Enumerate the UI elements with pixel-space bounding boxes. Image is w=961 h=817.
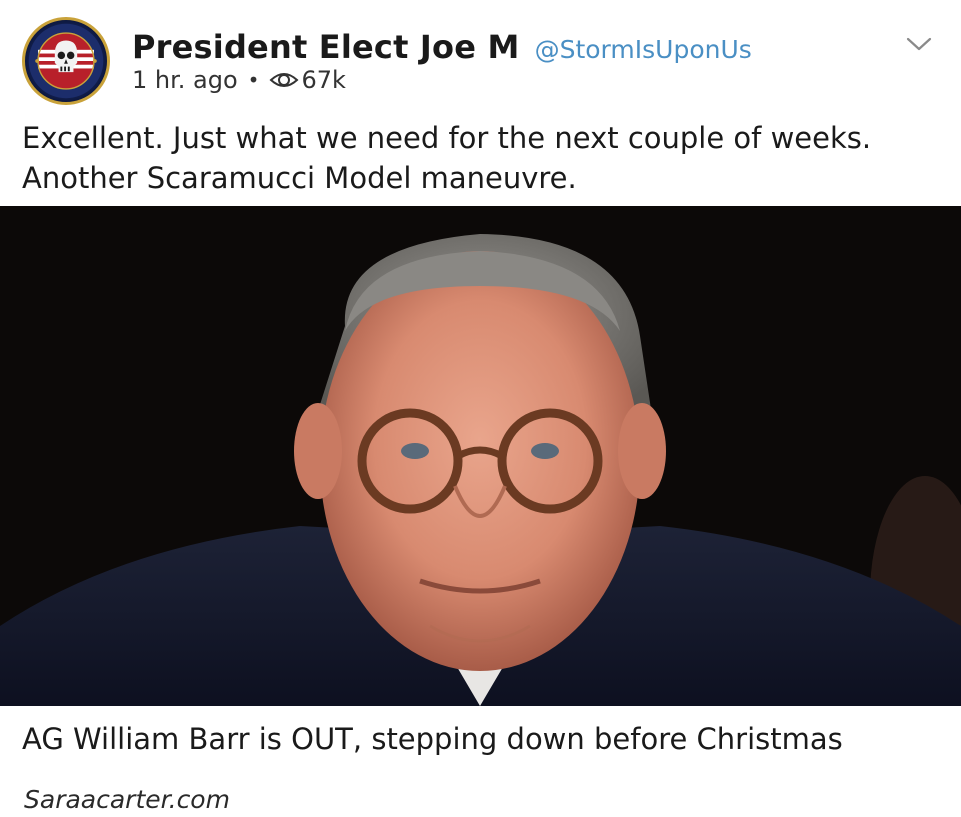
author-avatar[interactable]	[22, 17, 110, 105]
post-header: President Elect Joe M @StormIsUponUs 1 h…	[0, 0, 961, 115]
link-domain[interactable]: Saraacarter.com	[24, 785, 230, 814]
view-count: 67k	[301, 66, 346, 94]
post-timestamp: 1 hr. ago	[132, 66, 238, 94]
chevron-down-icon[interactable]	[905, 34, 933, 54]
link-title[interactable]: AG William Barr is OUT, stepping down be…	[22, 722, 952, 756]
author-handle[interactable]: @StormIsUponUs	[535, 35, 752, 64]
link-preview-image[interactable]	[0, 206, 961, 706]
meta-separator: •	[247, 68, 260, 92]
author-display-name[interactable]: President Elect Joe M	[132, 28, 520, 66]
author-name-row: President Elect Joe M @StormIsUponUs	[132, 28, 752, 66]
post-body-text: Excellent. Just what we need for the nex…	[22, 121, 872, 195]
news-photo	[0, 206, 961, 706]
skull-patriot-badge-icon	[28, 23, 104, 99]
eye-icon	[269, 73, 299, 87]
post-meta: 1 hr. ago • 67k	[132, 66, 346, 94]
